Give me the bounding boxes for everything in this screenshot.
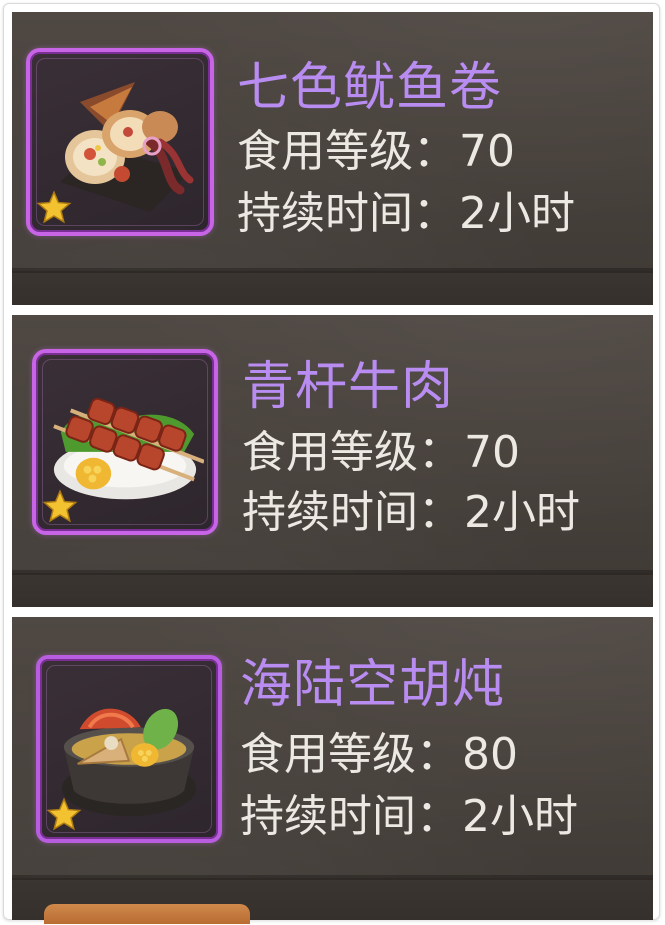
item-name: 青杆牛肉 [242,357,455,417]
stew-pot-icon [50,669,208,829]
duration-row: 持续时间：2小时 [242,491,580,535]
panel-bottom-bar [12,570,653,607]
item-name: 七色鱿鱼卷 [237,58,503,118]
food-item-card[interactable]: 海陆空胡炖 食用等级：80 持续时间：2小时 [12,617,653,920]
duration-label: 持续时间： [242,487,462,538]
level-label: 食用等级： [240,729,460,780]
duration-row: 持续时间：2小时 [237,192,575,236]
level-row: 食用等级：70 [237,130,515,174]
level-value: 70 [464,427,520,478]
duration-value: 2小时 [462,791,578,842]
level-value: 70 [459,126,515,177]
food-icon-frame[interactable] [26,48,214,236]
level-row: 食用等级：80 [240,733,518,777]
level-label: 食用等级： [237,126,457,177]
partial-tab-button[interactable] [44,904,250,924]
food-icon-frame[interactable] [36,655,222,843]
level-row: 食用等级：70 [242,431,520,475]
duration-row: 持续时间：2小时 [240,795,578,839]
duration-value: 2小时 [459,188,575,239]
food-item-card[interactable]: 青杆牛肉 食用等级：70 持续时间：2小时 [12,315,653,607]
star-icon [36,190,72,226]
panel-bottom-bar [12,268,653,305]
star-icon [46,797,82,833]
duration-label: 持续时间： [240,791,460,842]
squid-roll-icon [40,62,200,222]
level-label: 食用等级： [242,427,462,478]
star-icon [42,489,78,525]
beef-skewer-icon [46,363,204,521]
duration-value: 2小时 [464,487,580,538]
level-value: 80 [462,729,518,780]
duration-label: 持续时间： [237,188,457,239]
item-name: 海陆空胡炖 [240,655,506,715]
food-item-card[interactable]: 七色鱿鱼卷 食用等级：70 持续时间：2小时 [12,12,653,305]
food-icon-frame[interactable] [32,349,218,535]
